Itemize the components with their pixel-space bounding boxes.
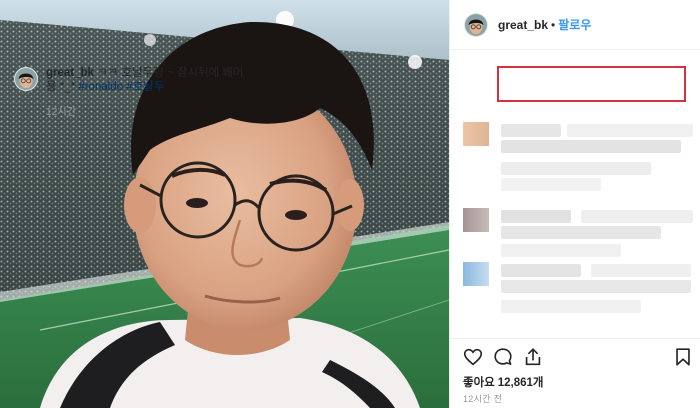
blurred-text	[501, 280, 691, 293]
caption-avatar[interactable]	[14, 67, 38, 91]
list-item[interactable]	[463, 262, 695, 332]
bookmark-icon[interactable]	[672, 346, 694, 368]
caption-time: 12시간	[46, 107, 77, 118]
follow-button[interactable]: 팔로우	[558, 16, 591, 33]
action-bar	[462, 346, 692, 370]
heart-icon[interactable]	[462, 346, 484, 368]
caption-highlight-box	[497, 66, 686, 102]
blurred-text	[501, 300, 641, 313]
blurred-text	[501, 264, 581, 277]
header-username[interactable]: great_bk	[498, 18, 548, 32]
blurred-text	[501, 162, 651, 175]
avatar[interactable]	[464, 12, 488, 37]
blurred-text	[501, 244, 621, 257]
blurred-text	[501, 140, 681, 153]
actions-divider	[449, 338, 700, 339]
comment-avatar[interactable]	[463, 208, 489, 232]
caption-text: great_bk ㅋㅋ 호날두형 ~ 잠시뒤에 봬어용 *_* #ronaldo…	[46, 66, 244, 94]
hashtag-link[interactable]: #호날두	[126, 81, 164, 93]
caption: great_bk ㅋㅋ 호날두형 ~ 잠시뒤에 봬어용 *_* #ronaldo…	[14, 66, 244, 118]
hashtag-link[interactable]: #ronaldo	[78, 81, 123, 93]
blurred-text	[501, 178, 601, 191]
selfie-stadium-image	[0, 0, 449, 408]
comment-avatar[interactable]	[463, 122, 489, 146]
post-header: great_bk • 팔로우	[450, 0, 700, 50]
list-item[interactable]	[463, 122, 695, 192]
header-separator: •	[551, 17, 556, 32]
avatar-image	[15, 68, 37, 90]
like-count[interactable]: 좋아요 12,861개	[463, 374, 547, 390]
comment-avatar[interactable]	[463, 262, 489, 286]
post-photo[interactable]	[0, 0, 449, 408]
comment-icon[interactable]	[492, 346, 514, 368]
blurred-text	[567, 124, 693, 137]
like-label: 좋아요	[463, 377, 495, 389]
post-timestamp: 12시간 전	[463, 394, 503, 404]
like-number: 12,861개	[497, 377, 544, 389]
avatar-image	[465, 13, 487, 36]
share-icon[interactable]	[522, 346, 544, 368]
blurred-text	[581, 210, 693, 223]
blurred-text	[591, 264, 691, 277]
caption-username[interactable]: great_bk	[46, 67, 94, 79]
blurred-text	[501, 124, 561, 137]
blurred-text	[501, 210, 571, 223]
blurred-text	[501, 226, 661, 239]
